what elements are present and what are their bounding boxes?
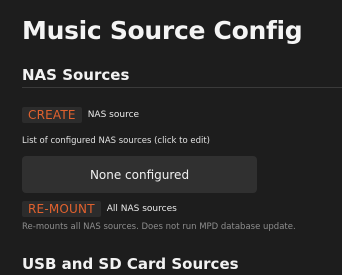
nas-sources-divider bbox=[22, 87, 342, 88]
remount-nas-sources-row: RE-MOUNT All NAS sources bbox=[22, 201, 177, 217]
music-source-config-page: Music Source Config NAS Sources CREATE N… bbox=[0, 0, 342, 275]
nas-sources-empty-state[interactable]: None configured bbox=[22, 156, 257, 193]
remount-nas-sources-note: Re-mounts all NAS sources. Does not run … bbox=[22, 222, 296, 232]
create-nas-source-label: NAS source bbox=[87, 110, 140, 120]
nas-sources-heading: NAS Sources bbox=[22, 66, 130, 84]
create-nas-source-button[interactable]: CREATE bbox=[22, 107, 82, 123]
remount-nas-sources-label: All NAS sources bbox=[106, 204, 177, 214]
page-title: Music Source Config bbox=[22, 16, 303, 45]
create-nas-source-row: CREATE NAS source bbox=[22, 107, 139, 123]
remount-nas-sources-button[interactable]: RE-MOUNT bbox=[22, 201, 101, 217]
nas-sources-list-hint: List of configured NAS sources (click to… bbox=[22, 136, 210, 146]
usb-sd-sources-heading: USB and SD Card Sources bbox=[22, 255, 239, 273]
